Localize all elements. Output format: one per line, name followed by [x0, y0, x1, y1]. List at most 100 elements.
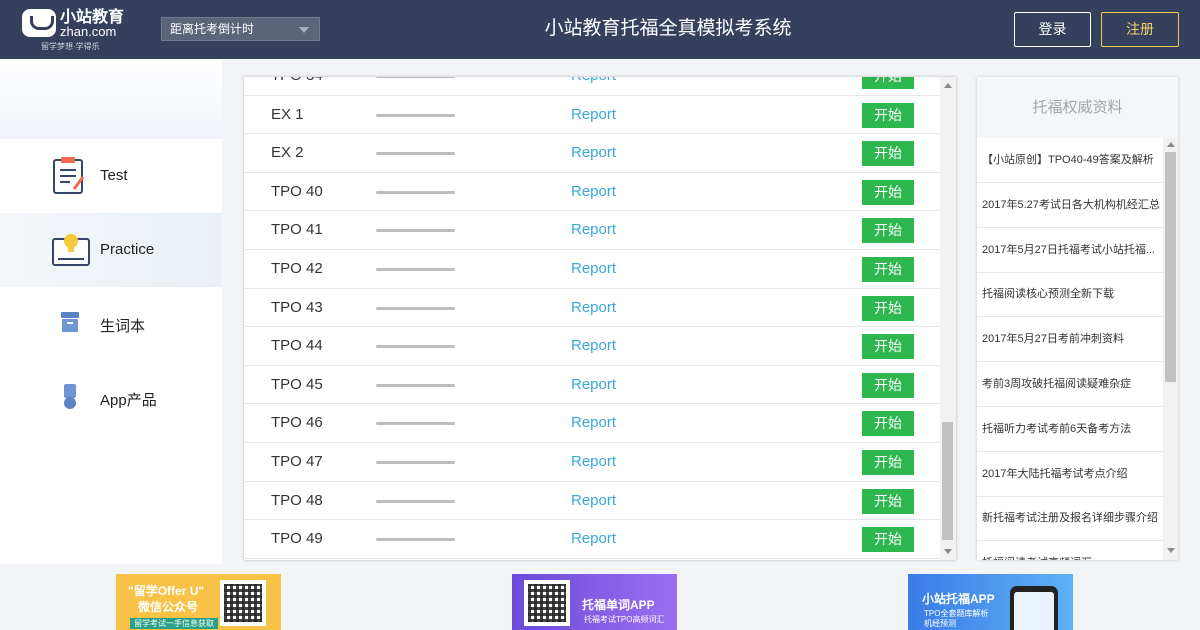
scrollbar-thumb[interactable] — [942, 422, 953, 540]
start-button[interactable]: 开始 — [862, 411, 914, 437]
progress-bar — [376, 383, 455, 387]
toefl-app-banner[interactable]: 小站托福APP TPO全套题库解析 机经预测 — [908, 574, 1073, 630]
resource-link[interactable]: 2017年5.27考试日各大机构机经汇总 — [977, 183, 1163, 228]
resource-link[interactable]: 【小站原创】TPO40-49答案及解析 — [977, 138, 1163, 183]
test-name: TPO 34 — [271, 77, 323, 84]
start-button[interactable]: 开始 — [862, 450, 914, 475]
scroll-down-icon[interactable] — [944, 549, 952, 554]
test-name: EX 1 — [271, 105, 304, 123]
start-button[interactable]: 开始 — [862, 77, 914, 89]
report-link[interactable]: Report — [571, 453, 616, 470]
start-button[interactable]: 开始 — [862, 102, 914, 128]
report-link[interactable]: Report — [571, 530, 616, 547]
bulb-icon — [52, 234, 90, 266]
progress-bar — [376, 113, 455, 117]
exam-countdown-select[interactable]: 距离托考倒计时 — [161, 17, 320, 41]
test-row: TPO 41 Report 开始 — [244, 211, 940, 250]
progress-bar — [376, 152, 455, 156]
logo-tagline: 留学梦想·学得乐 — [41, 42, 100, 51]
scroll-down-icon[interactable] — [1167, 548, 1175, 553]
register-button[interactable]: 注册 — [1101, 12, 1179, 47]
report-link[interactable]: Report — [571, 106, 616, 123]
sidebar-item-label: Practice — [100, 241, 155, 258]
report-link[interactable]: Report — [571, 221, 616, 238]
progress-bar — [376, 499, 455, 503]
report-link[interactable]: Report — [571, 492, 616, 509]
start-button[interactable]: 开始 — [862, 179, 914, 205]
start-button[interactable]: 开始 — [862, 334, 914, 360]
start-button[interactable]: 开始 — [862, 488, 914, 514]
wechat-banner[interactable]: "留学Offer U" 微信公众号 留学考试一手信息获取 — [116, 574, 281, 630]
report-link[interactable]: Report — [571, 144, 616, 161]
progress-bar — [376, 461, 455, 464]
brand-logo[interactable]: 小站教育 zhan.com 留学梦想·学得乐 — [22, 9, 147, 53]
sidebar-item-label: Test — [100, 167, 128, 184]
page-title: 小站教育托福全真模拟考系统 — [544, 18, 792, 39]
test-name: TPO 48 — [271, 491, 323, 509]
report-link[interactable]: Report — [571, 337, 616, 354]
banner-subtitle: 托福考试TPO高频词汇 — [584, 615, 665, 624]
report-link[interactable]: Report — [571, 414, 616, 431]
test-row: TPO 40 Report 开始 — [244, 173, 940, 212]
report-link[interactable]: Report — [571, 183, 616, 200]
progress-bar — [376, 538, 455, 542]
test-row: TPO 49 Report 开始 — [244, 520, 940, 559]
start-button[interactable]: 开始 — [862, 527, 914, 553]
resource-link[interactable]: 2017年5月27日托福考试小站托福... — [977, 228, 1163, 273]
test-row: TPO 34 Report 开始 — [244, 77, 940, 96]
test-name: TPO 49 — [271, 530, 323, 548]
resource-link[interactable]: 2017年5月27日考前冲刺资料 — [977, 317, 1163, 363]
start-button[interactable]: 开始 — [862, 218, 914, 244]
chevron-down-icon — [299, 27, 309, 33]
start-button[interactable]: 开始 — [862, 372, 914, 398]
progress-bar — [376, 190, 455, 194]
test-list-scrollbar[interactable] — [940, 77, 956, 560]
resource-link[interactable]: 托福听力考试考前6天备考方法 — [977, 407, 1163, 452]
sidebar-item-label: App产品 — [100, 392, 157, 409]
test-row: EX 2 Report 开始 — [244, 134, 940, 173]
resource-link[interactable]: 托福阅读核心预测全新下载 — [977, 272, 1163, 318]
sidebar: Test Practice 生词本 App产品 — [0, 59, 222, 564]
test-name: TPO 47 — [271, 453, 323, 470]
scroll-up-icon[interactable] — [944, 83, 952, 88]
footer-banners: "留学Offer U" 微信公众号 留学考试一手信息获取 托福单词APP 托福考… — [0, 564, 1200, 630]
resource-link[interactable]: 考前3周攻破托福阅读疑难杂症 — [977, 362, 1163, 407]
test-row: TPO 43 Report 开始 — [244, 289, 940, 328]
report-link[interactable]: Report — [571, 299, 616, 316]
test-name: TPO 42 — [271, 260, 323, 277]
scrollbar-thumb[interactable] — [1165, 152, 1176, 382]
top-header: 小站教育 zhan.com 留学梦想·学得乐 距离托考倒计时 小站教育托福全真模… — [0, 0, 1200, 59]
sidebar-item-test[interactable]: Test — [0, 139, 222, 213]
sidebar-top-bg — [0, 59, 222, 139]
box-icon — [61, 312, 79, 332]
banner-title: 托福单词APP — [582, 598, 655, 612]
scroll-up-icon[interactable] — [1167, 142, 1175, 147]
resources-title: 托福权威资料 — [977, 77, 1178, 138]
sidebar-item-practice[interactable]: Practice — [0, 213, 222, 287]
progress-bar — [376, 77, 455, 78]
start-button[interactable]: 开始 — [862, 141, 914, 167]
progress-bar — [376, 268, 455, 271]
test-row: TPO 45 Report 开始 — [244, 366, 940, 405]
test-name: EX 2 — [271, 144, 304, 162]
resource-link[interactable]: 2017年大陆托福考试考点介绍 — [977, 452, 1163, 497]
sidebar-item-app[interactable]: App产品 — [0, 361, 222, 435]
sidebar-item-label: 生词本 — [100, 318, 146, 335]
resources-scrollbar[interactable] — [1163, 138, 1178, 560]
sidebar-item-vocab[interactable]: 生词本 — [0, 287, 222, 361]
test-name: TPO 46 — [271, 414, 323, 432]
test-row: TPO 44 Report 开始 — [244, 327, 940, 366]
test-row: TPO 46 Report 开始 — [244, 404, 940, 443]
login-button[interactable]: 登录 — [1014, 12, 1091, 47]
banner-tagline: 机经预测 — [924, 619, 956, 628]
report-link[interactable]: Report — [571, 376, 616, 393]
start-button[interactable]: 开始 — [862, 257, 914, 282]
report-link[interactable]: Report — [571, 77, 616, 84]
test-row: TPO 42 Report 开始 — [244, 250, 940, 289]
report-link[interactable]: Report — [571, 260, 616, 277]
vocab-app-banner[interactable]: 托福单词APP 托福考试TPO高频词汇 — [512, 574, 677, 630]
resource-link[interactable]: 新托福考试注册及报名详细步骤介绍 — [977, 496, 1163, 542]
resource-link[interactable]: 托福阅读考试高频词汇 — [977, 541, 1163, 560]
start-button[interactable]: 开始 — [862, 295, 914, 321]
progress-bar — [376, 345, 455, 349]
